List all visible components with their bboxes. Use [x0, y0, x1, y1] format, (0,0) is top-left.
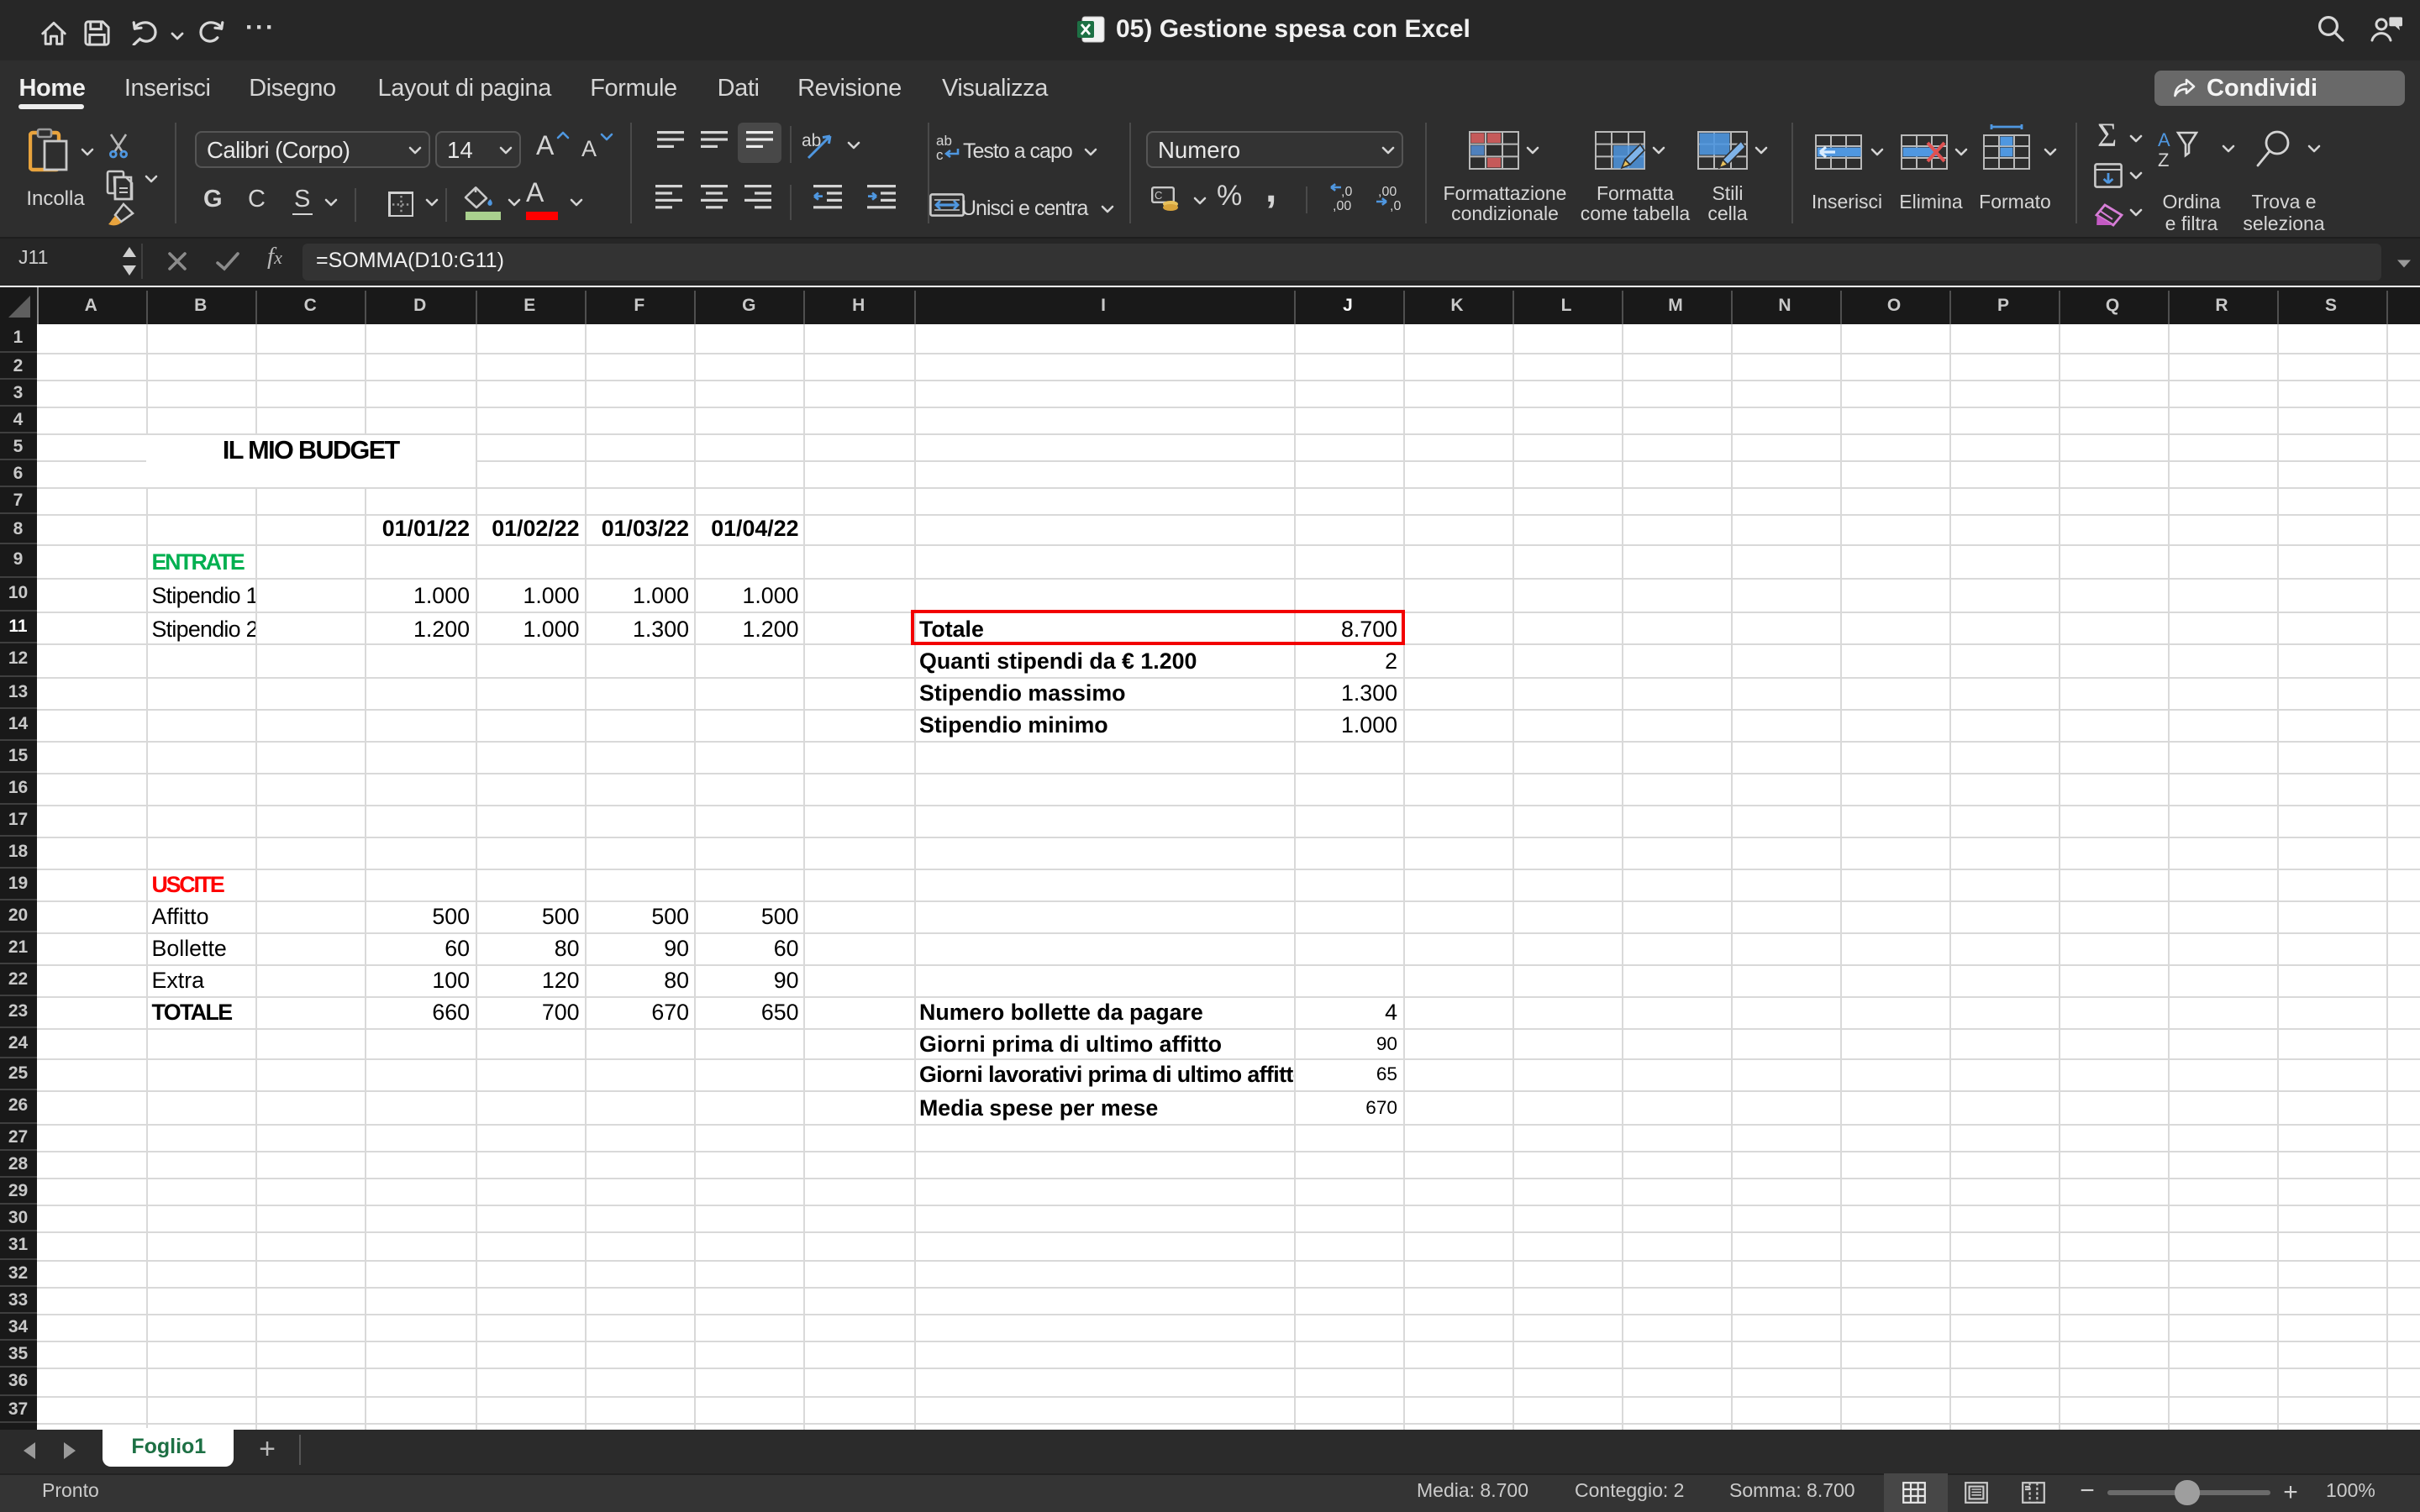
svg-text:A: A [2158, 129, 2170, 150]
svg-text:,00: ,00 [1378, 185, 1397, 199]
svg-text:C: C [1155, 189, 1162, 202]
svg-text:c: c [936, 147, 944, 161]
svg-text:,0: ,0 [1341, 185, 1352, 199]
svg-text:,00: ,00 [1333, 199, 1351, 212]
svg-text:Z: Z [2158, 150, 2169, 168]
